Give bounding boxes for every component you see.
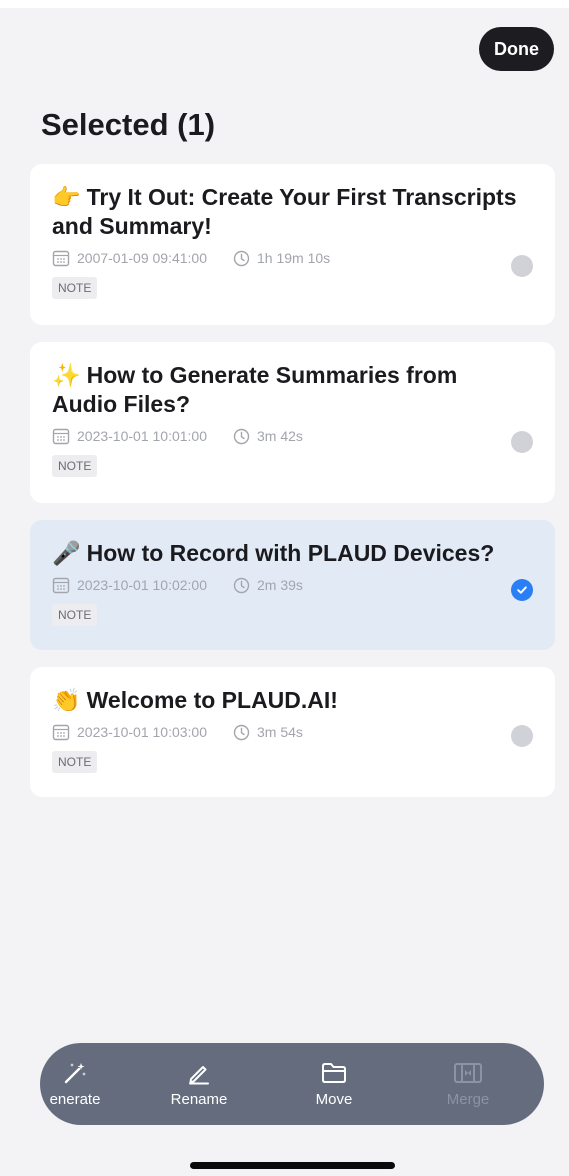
recording-card[interactable]: 👏 Welcome to PLAUD.AI! 2023-10-01 10:03:0… — [30, 667, 555, 797]
merge-button[interactable]: Merge — [413, 1043, 523, 1125]
clock-icon — [233, 577, 250, 593]
bottom-action-toolbar: enerate Rename Move Merge — [40, 1043, 544, 1125]
microphone-emoji: 🎤 — [52, 540, 81, 566]
card-title-text: How to Record with PLAUD Devices? — [86, 540, 495, 566]
recording-card[interactable]: 👉 Try It Out: Create Your First Transcrip… — [30, 164, 555, 325]
page-title: Selected (1) — [41, 107, 216, 142]
card-meta: 2023-10-01 10:01:00 3m 42s — [52, 427, 533, 445]
sparkles-emoji: ✨ — [52, 362, 81, 388]
generate-button[interactable]: enerate — [40, 1043, 130, 1125]
card-title: 🎤 How to Record with PLAUD Devices? — [52, 539, 533, 568]
card-title: 👉 Try It Out: Create Your First Transcrip… — [52, 183, 533, 241]
card-meta: 2007-01-09 09:41:00 1h 19m 10s — [52, 249, 533, 267]
move-button[interactable]: Move — [279, 1043, 389, 1125]
move-label: Move — [315, 1090, 353, 1108]
card-date: 2023-10-01 10:02:00 — [77, 577, 207, 593]
tag-badge: NOTE — [52, 751, 98, 773]
card-date: 2007-01-09 09:41:00 — [77, 250, 207, 266]
rename-button[interactable]: Rename — [144, 1043, 254, 1125]
clock-icon — [233, 428, 250, 444]
card-date: 2023-10-01 10:01:00 — [77, 428, 207, 444]
clock-icon — [233, 724, 250, 740]
recording-card[interactable]: ✨ How to Generate Summaries from Audio Fi… — [30, 342, 555, 503]
tag-badge: NOTE — [52, 455, 98, 477]
card-date: 2023-10-01 10:03:00 — [77, 724, 207, 740]
clapping-hands-emoji: 👏 — [52, 687, 81, 713]
card-meta: 2023-10-01 10:02:00 2m 39s — [52, 576, 533, 594]
clock-icon — [233, 250, 250, 266]
generate-label: enerate — [49, 1090, 101, 1108]
tag-badge: NOTE — [52, 277, 98, 299]
recording-card-selected[interactable]: 🎤 How to Record with PLAUD Devices? 2023-… — [30, 520, 555, 650]
card-title-text: Welcome to PLAUD.AI! — [86, 687, 338, 713]
tag-badge: NOTE — [52, 604, 98, 626]
merge-label: Merge — [446, 1090, 490, 1108]
card-title-text: Try It Out: Create Your First Transcript… — [52, 184, 517, 239]
merge-icon — [454, 1062, 482, 1083]
magic-wand-icon — [64, 1062, 86, 1083]
select-radio[interactable] — [511, 725, 533, 747]
folder-icon — [322, 1062, 346, 1083]
card-duration: 3m 54s — [257, 724, 303, 740]
card-duration: 3m 42s — [257, 428, 303, 444]
select-radio-checked[interactable] — [511, 579, 533, 601]
home-indicator — [190, 1162, 395, 1169]
pointing-hand-emoji: 👉 — [52, 184, 81, 210]
calendar-icon — [52, 428, 70, 445]
card-duration: 1h 19m 10s — [257, 250, 331, 266]
card-title-text: How to Generate Summaries from Audio Fil… — [52, 362, 458, 417]
card-meta: 2023-10-01 10:03:00 3m 54s — [52, 723, 533, 741]
status-area — [0, 0, 569, 8]
calendar-icon — [52, 724, 70, 741]
select-radio[interactable] — [511, 255, 533, 277]
card-title: 👏 Welcome to PLAUD.AI! — [52, 686, 533, 715]
card-title: ✨ How to Generate Summaries from Audio Fi… — [52, 361, 533, 419]
recording-list: 👉 Try It Out: Create Your First Transcrip… — [30, 164, 555, 814]
calendar-icon — [52, 250, 70, 267]
select-radio[interactable] — [511, 431, 533, 453]
rename-label: Rename — [170, 1090, 228, 1108]
calendar-icon — [52, 577, 70, 594]
card-duration: 2m 39s — [257, 577, 303, 593]
done-button[interactable]: Done — [479, 27, 554, 71]
pencil-icon — [189, 1065, 209, 1084]
check-icon — [517, 586, 527, 594]
